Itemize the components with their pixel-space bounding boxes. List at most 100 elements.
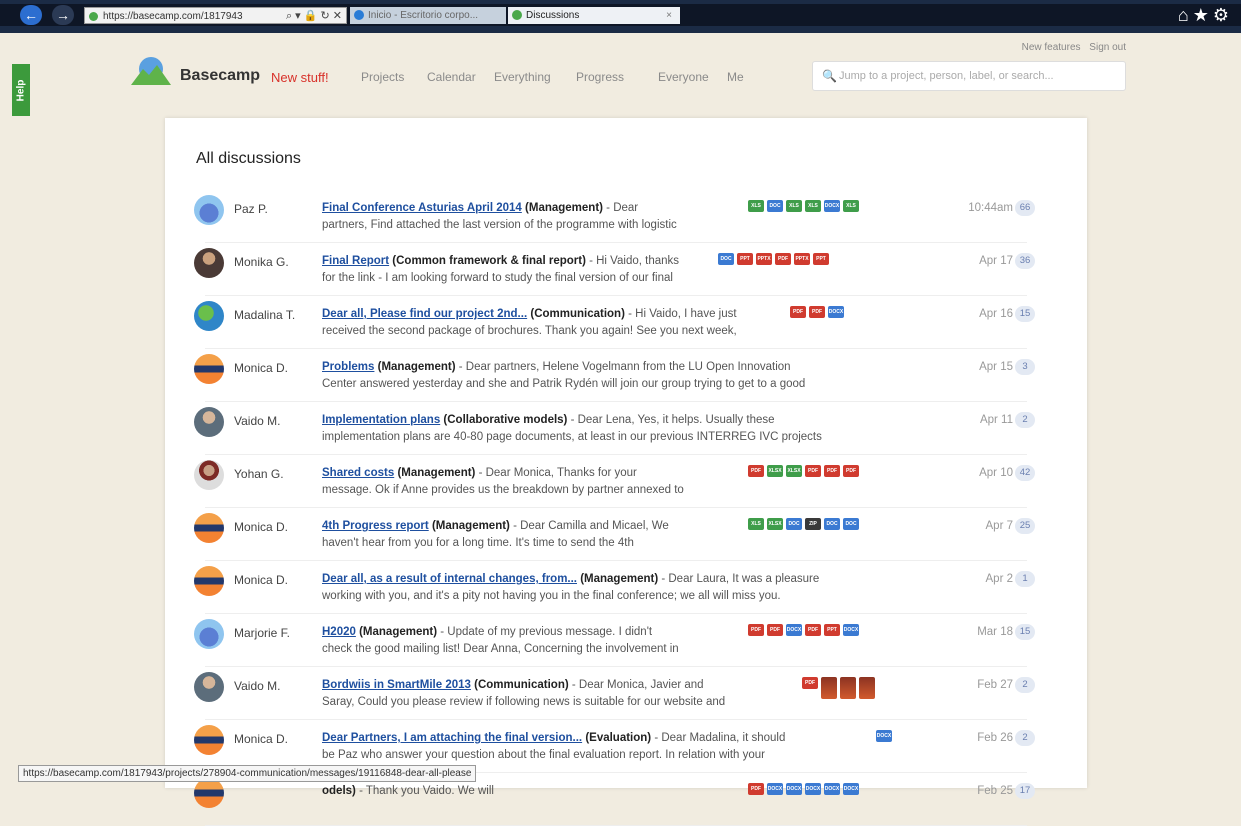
file-attachment-icon[interactable]: PDF <box>802 677 818 689</box>
file-attachment-icon[interactable]: DOCX <box>843 624 859 636</box>
file-attachment-icon[interactable]: PPT <box>813 253 829 265</box>
file-attachment-icon[interactable]: XLSX <box>767 518 783 530</box>
file-attachment-icon[interactable]: PPTX <box>756 253 772 265</box>
file-attachment-icon[interactable] <box>840 677 856 699</box>
file-attachment-icon[interactable]: PDF <box>809 306 825 318</box>
file-attachment-icon[interactable]: XLS <box>805 200 821 212</box>
file-attachment-icon[interactable]: PDF <box>824 465 840 477</box>
comment-count-badge[interactable]: 2 <box>1015 412 1035 428</box>
file-attachment-icon[interactable]: PPT <box>824 624 840 636</box>
discussion-row[interactable]: Vaido M. Implementation plans (Collaborat… <box>165 402 1087 455</box>
comment-count-badge[interactable]: 2 <box>1015 730 1035 746</box>
avatar[interactable] <box>194 778 224 808</box>
sign-out-link[interactable]: Sign out <box>1089 42 1126 53</box>
discussion-row[interactable]: Vaido M. Bordwiis in SmartMile 2013 (Comm… <box>165 667 1087 720</box>
nav-projects[interactable]: Projects <box>361 70 404 84</box>
discussion-row[interactable]: Paz P. Final Conference Asturias April 20… <box>165 190 1087 243</box>
comment-count-badge[interactable]: 36 <box>1015 253 1035 269</box>
file-attachment-icon[interactable]: XLSX <box>767 465 783 477</box>
file-attachment-icon[interactable]: PDF <box>843 465 859 477</box>
close-tab-icon[interactable]: × <box>666 7 672 24</box>
discussion-title-link[interactable]: 4th Progress report <box>322 520 429 532</box>
file-attachment-icon[interactable]: DOCX <box>824 783 840 795</box>
file-attachment-icon[interactable]: DOCX <box>876 730 892 742</box>
avatar[interactable] <box>194 725 224 755</box>
discussion-title-link[interactable]: Bordwiis in SmartMile 2013 <box>322 679 471 691</box>
file-attachment-icon[interactable]: DOC <box>786 518 802 530</box>
new-stuff-link[interactable]: New stuff! <box>271 70 329 85</box>
avatar[interactable] <box>194 195 224 225</box>
nav-everyone[interactable]: Everyone <box>658 70 709 84</box>
file-attachment-icon[interactable]: DOCX <box>786 783 802 795</box>
discussion-title-link[interactable]: Final Conference Asturias April 2014 <box>322 202 522 214</box>
nav-progress[interactable]: Progress <box>576 70 624 84</box>
gear-icon[interactable]: ⚙ <box>1213 5 1233 25</box>
new-features-link[interactable]: New features <box>1022 42 1081 53</box>
avatar[interactable] <box>194 460 224 490</box>
author-name[interactable]: Monica D. <box>234 361 288 375</box>
file-attachment-icon[interactable]: PDF <box>775 253 791 265</box>
avatar[interactable] <box>194 513 224 543</box>
file-attachment-icon[interactable]: XLS <box>843 200 859 212</box>
discussion-row[interactable]: Yohan G. Shared costs (Management) - Dear… <box>165 455 1087 508</box>
file-attachment-icon[interactable]: DOCX <box>828 306 844 318</box>
avatar[interactable] <box>194 301 224 331</box>
author-name[interactable]: Monika G. <box>234 255 289 269</box>
tab-inicio[interactable]: Inicio - Escritorio corpo... <box>350 7 506 24</box>
avatar[interactable] <box>194 672 224 702</box>
address-bar[interactable]: https://basecamp.com/1817943 ⌕ ▾ 🔒 ↻ ✕ <box>84 7 347 24</box>
file-attachment-icon[interactable]: PDF <box>805 624 821 636</box>
nav-me[interactable]: Me <box>727 70 744 84</box>
author-name[interactable]: Vaido M. <box>234 679 280 693</box>
back-icon[interactable]: ← <box>20 5 42 25</box>
comment-count-badge[interactable]: 17 <box>1015 783 1035 799</box>
file-attachment-icon[interactable]: DOCX <box>843 783 859 795</box>
file-attachment-icon[interactable] <box>821 677 837 699</box>
file-attachment-icon[interactable]: DOC <box>824 518 840 530</box>
file-attachment-icon[interactable]: PPT <box>737 253 753 265</box>
file-attachment-icon[interactable]: DOCX <box>767 783 783 795</box>
discussion-title-link[interactable]: Implementation plans <box>322 414 440 426</box>
file-attachment-icon[interactable]: PPTX <box>794 253 810 265</box>
discussion-title-link[interactable]: Shared costs <box>322 467 394 479</box>
file-attachment-icon[interactable] <box>859 677 875 699</box>
discussion-row[interactable]: Monica D. Problems (Management) - Dear pa… <box>165 349 1087 402</box>
comment-count-badge[interactable]: 3 <box>1015 359 1035 375</box>
comment-count-badge[interactable]: 15 <box>1015 624 1035 640</box>
file-attachment-icon[interactable]: PDF <box>767 624 783 636</box>
file-attachment-icon[interactable]: DOC <box>767 200 783 212</box>
file-attachment-icon[interactable]: DOCX <box>824 200 840 212</box>
file-attachment-icon[interactable]: XLS <box>786 200 802 212</box>
file-attachment-icon[interactable]: XLS <box>748 518 764 530</box>
file-attachment-icon[interactable]: PDF <box>748 465 764 477</box>
file-attachment-icon[interactable]: PDF <box>790 306 806 318</box>
discussion-title-link[interactable]: H2020 <box>322 626 356 638</box>
home-icon[interactable]: ⌂ <box>1178 5 1193 25</box>
discussion-title-link[interactable]: Dear Partners, I am attaching the final … <box>322 732 582 744</box>
file-attachment-icon[interactable]: XLS <box>748 200 764 212</box>
avatar[interactable] <box>194 248 224 278</box>
nav-everything[interactable]: Everything <box>494 70 551 84</box>
file-attachment-icon[interactable]: PDF <box>748 783 764 795</box>
discussion-row[interactable]: Monica D. 4th Progress report (Management… <box>165 508 1087 561</box>
comment-count-badge[interactable]: 42 <box>1015 465 1035 481</box>
tab-discussions[interactable]: Discussions × <box>508 7 680 24</box>
file-attachment-icon[interactable]: XLSX <box>786 465 802 477</box>
discussion-row[interactable]: Monica D. Dear all, as a result of intern… <box>165 561 1087 614</box>
file-attachment-icon[interactable]: ZIP <box>805 518 821 530</box>
nav-calendar[interactable]: Calendar <box>427 70 476 84</box>
avatar[interactable] <box>194 407 224 437</box>
discussion-row[interactable]: Monika G. Final Report (Common framework … <box>165 243 1087 296</box>
file-attachment-icon[interactable]: DOCX <box>805 783 821 795</box>
comment-count-badge[interactable]: 25 <box>1015 518 1035 534</box>
author-name[interactable]: Marjorie F. <box>234 626 290 640</box>
file-attachment-icon[interactable]: PDF <box>748 624 764 636</box>
author-name[interactable]: Yohan G. <box>234 467 284 481</box>
help-tab[interactable]: Help <box>12 64 30 116</box>
avatar[interactable] <box>194 566 224 596</box>
file-attachment-icon[interactable]: PDF <box>805 465 821 477</box>
avatar[interactable] <box>194 354 224 384</box>
discussion-row[interactable]: Madalina T. Dear all, Please find our pro… <box>165 296 1087 349</box>
file-attachment-icon[interactable]: DOC <box>843 518 859 530</box>
author-name[interactable]: Madalina T. <box>234 308 295 322</box>
